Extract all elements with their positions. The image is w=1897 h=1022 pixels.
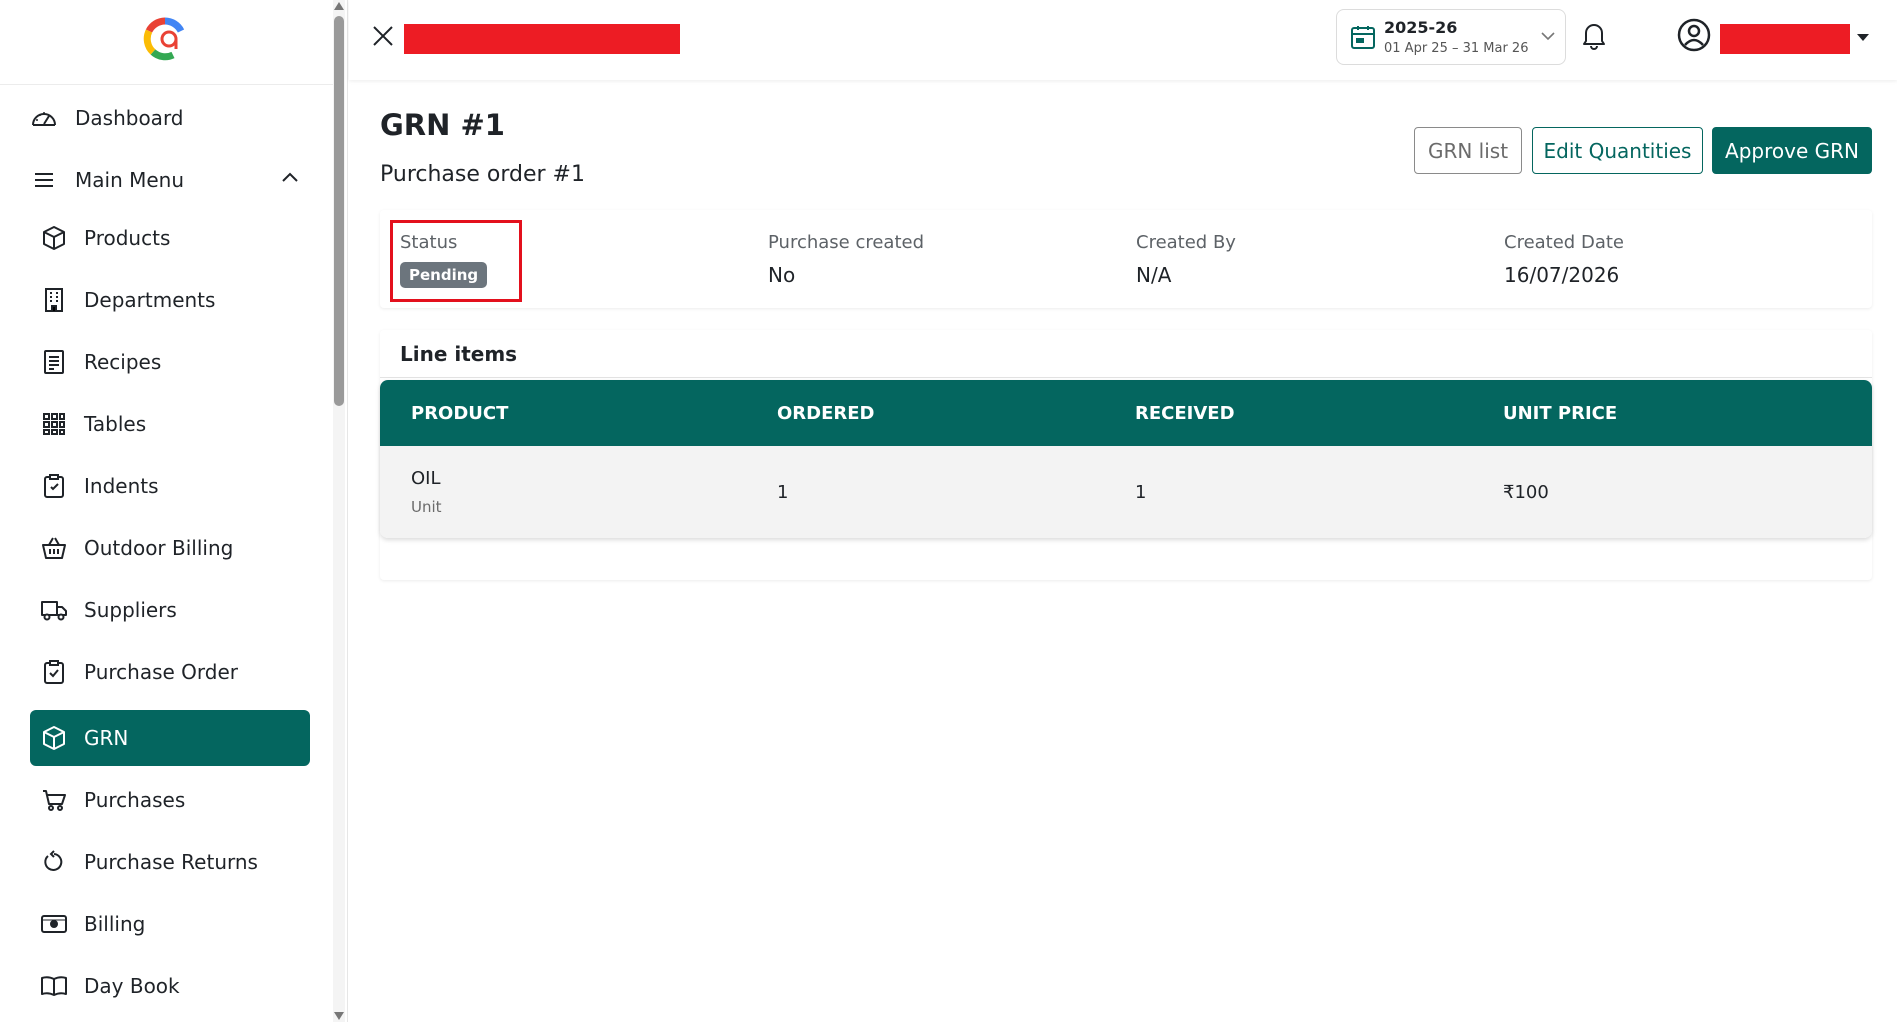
- topbar: 2025-26 01 Apr 25 – 31 Mar 26: [349, 0, 1897, 80]
- chevron-down-icon: [1541, 32, 1555, 41]
- basket-icon: [40, 534, 68, 562]
- book-icon: [40, 972, 68, 1000]
- cell-product-unit: Unit: [411, 498, 442, 516]
- fiscal-year-selector[interactable]: 2025-26 01 Apr 25 – 31 Mar 26: [1336, 9, 1566, 65]
- sidebar-item-departments[interactable]: Departments: [30, 272, 310, 328]
- line-items-card: Line items PRODUCT ORDERED RECEIVED UNIT…: [380, 330, 1872, 580]
- bell-icon[interactable]: [1581, 20, 1607, 50]
- app-logo[interactable]: [143, 17, 187, 61]
- close-icon[interactable]: [369, 22, 397, 50]
- scroll-thumb[interactable]: [334, 16, 344, 406]
- line-items-title: Line items: [400, 342, 518, 366]
- clipboard-check-icon: [40, 658, 68, 686]
- sidebar-item-label: Suppliers: [84, 598, 177, 622]
- receipt-icon: [40, 348, 68, 376]
- cart-icon: [40, 786, 68, 814]
- page-title: GRN #1: [380, 108, 505, 142]
- sidebar-item-label: Main Menu: [75, 168, 185, 192]
- scroll-down-arrow-icon[interactable]: [334, 1012, 344, 1020]
- rotate-icon: [40, 848, 68, 876]
- gauge-icon: [28, 104, 60, 132]
- sidebar-item-label: Purchases: [84, 788, 186, 812]
- sidebar-item-label: Indents: [84, 474, 159, 498]
- sidebar-item-purchase-returns[interactable]: Purchase Returns: [30, 834, 310, 890]
- user-avatar-icon[interactable]: [1677, 18, 1711, 52]
- redacted-title: [404, 24, 680, 54]
- sidebar-item-outdoor-billing[interactable]: Outdoor Billing: [30, 520, 310, 576]
- sidebar-item-label: Purchase Order: [84, 660, 239, 684]
- header-unit-price: UNIT PRICE: [1503, 403, 1618, 424]
- created-by-value: N/A: [1136, 263, 1172, 287]
- cell-product: OIL: [411, 468, 441, 489]
- sidebar-item-purchase-order[interactable]: Purchase Order: [30, 644, 310, 700]
- building-icon: [40, 286, 68, 314]
- box-icon: [40, 224, 68, 252]
- table-header: PRODUCT ORDERED RECEIVED UNIT PRICE: [380, 380, 1872, 446]
- status-field: Status Pending: [390, 220, 522, 302]
- header-ordered: ORDERED: [777, 403, 875, 424]
- sidebar-item-label: GRN: [84, 726, 129, 750]
- sidebar-item-recipes[interactable]: Recipes: [30, 334, 310, 390]
- created-by-label: Created By: [1136, 232, 1236, 253]
- box-icon: [40, 724, 68, 752]
- sidebar-item-dashboard[interactable]: Dashboard: [20, 90, 320, 146]
- line-items-table: PRODUCT ORDERED RECEIVED UNIT PRICE OIL …: [380, 380, 1872, 538]
- sidebar-item-indents[interactable]: Indents: [30, 458, 310, 514]
- edit-quantities-button[interactable]: Edit Quantities: [1532, 127, 1703, 174]
- logo-area: [0, 0, 340, 85]
- menu-icon: [28, 166, 60, 194]
- created-date-field: Created Date 16/07/2026: [1504, 232, 1624, 287]
- purchase-created-value: No: [768, 263, 796, 287]
- created-date-value: 16/07/2026: [1504, 263, 1620, 287]
- cell-unit-price: ₹100: [1503, 482, 1549, 503]
- grid-icon: [40, 410, 68, 438]
- header-product: PRODUCT: [411, 403, 509, 424]
- truck-icon: [40, 596, 68, 624]
- created-by-field: Created By N/A: [1136, 232, 1236, 287]
- sidebar-item-label: Dashboard: [75, 106, 184, 130]
- cell-ordered: 1: [777, 482, 789, 503]
- sidebar-item-products[interactable]: Products: [30, 210, 310, 266]
- created-date-label: Created Date: [1504, 232, 1624, 253]
- sidebar-item-label: Departments: [84, 288, 216, 312]
- sidebar: Dashboard Main Menu Products Departments…: [0, 0, 348, 1022]
- sidebar-item-label: Outdoor Billing: [84, 536, 234, 560]
- fiscal-year-label: 2025-26: [1384, 18, 1458, 37]
- sidebar-item-billing[interactable]: Billing: [30, 896, 310, 952]
- sidebar-item-grn[interactable]: GRN: [30, 710, 310, 766]
- sidebar-item-tables[interactable]: Tables: [30, 396, 310, 452]
- sidebar-scrollbar[interactable]: [333, 0, 345, 1022]
- sidebar-item-label: Day Book: [84, 974, 180, 998]
- caret-down-icon[interactable]: [1857, 34, 1869, 41]
- page-subtitle: Purchase order #1: [380, 162, 585, 187]
- sidebar-item-purchases[interactable]: Purchases: [30, 772, 310, 828]
- sidebar-item-suppliers[interactable]: Suppliers: [30, 582, 310, 638]
- sidebar-item-day-book[interactable]: Day Book: [30, 958, 310, 1014]
- calendar-icon: [1351, 26, 1375, 49]
- clipboard-icon: [40, 472, 68, 500]
- header-received: RECEIVED: [1135, 403, 1235, 424]
- scroll-up-arrow-icon[interactable]: [334, 2, 344, 10]
- chevron-up-icon[interactable]: [280, 170, 300, 184]
- sidebar-item-main-menu[interactable]: Main Menu: [20, 152, 320, 208]
- grn-info-card: Status Pending Purchase created No Creat…: [380, 210, 1872, 308]
- sidebar-item-label: Billing: [84, 912, 146, 936]
- purchase-created-label: Purchase created: [768, 232, 925, 253]
- sidebar-item-label: Tables: [84, 412, 147, 436]
- cell-received: 1: [1135, 482, 1147, 503]
- sidebar-item-label: Products: [84, 226, 171, 250]
- sidebar-item-label: Purchase Returns: [84, 850, 258, 874]
- sidebar-item-label: Recipes: [84, 350, 162, 374]
- grn-list-button[interactable]: GRN list: [1414, 127, 1522, 174]
- approve-grn-button[interactable]: Approve GRN: [1712, 127, 1872, 174]
- divider: [380, 377, 1872, 378]
- redacted-username: [1720, 24, 1850, 54]
- purchase-created-field: Purchase created No: [768, 232, 924, 287]
- cash-icon: [40, 910, 68, 938]
- status-highlight-box: [390, 220, 522, 302]
- fiscal-year-range: 01 Apr 25 – 31 Mar 26: [1384, 41, 1529, 56]
- table-row[interactable]: OIL Unit 1 1 ₹100: [380, 446, 1872, 538]
